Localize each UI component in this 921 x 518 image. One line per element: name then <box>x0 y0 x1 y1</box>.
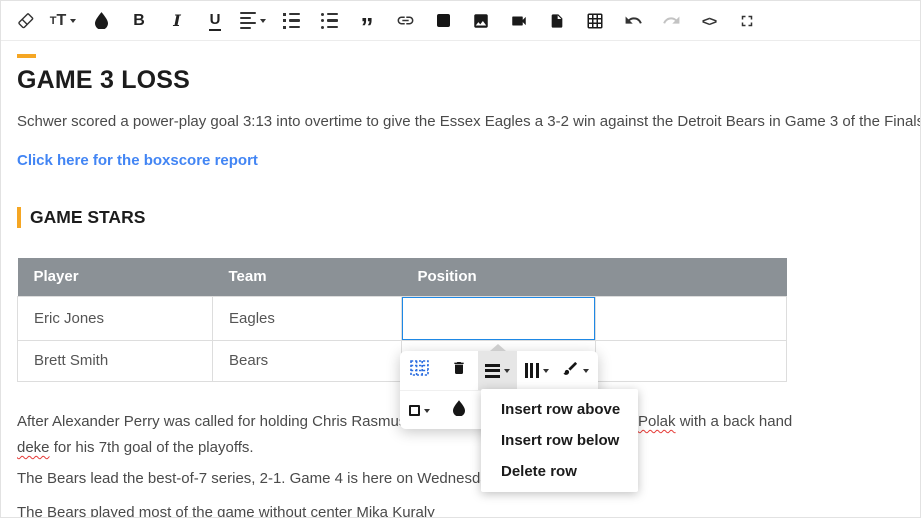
remove-table-button[interactable] <box>439 351 478 390</box>
bold-icon: B <box>133 12 145 30</box>
paragraph-text: After Alexander Perry was called for hol… <box>17 413 431 430</box>
bold-button[interactable]: B <box>120 2 158 40</box>
chevron-down-icon <box>70 19 76 23</box>
menu-item-insert-row-below[interactable]: Insert row below <box>481 425 638 456</box>
text-color-button[interactable] <box>82 2 120 40</box>
eraser-icon <box>16 11 35 30</box>
redo-button[interactable] <box>652 2 690 40</box>
quote-icon: ” <box>361 22 374 32</box>
chevron-down-icon <box>424 409 430 413</box>
dashed-table-icon <box>410 360 429 381</box>
insert-image-button[interactable] <box>462 2 500 40</box>
cell-options-button[interactable] <box>400 391 439 430</box>
redo-icon <box>662 11 681 30</box>
insert-link-button[interactable] <box>386 2 424 40</box>
table-header-row: Player Team Position <box>18 258 787 296</box>
insert-square-button[interactable] <box>424 2 462 40</box>
row-options-button[interactable] <box>478 351 517 390</box>
article-title-block: GAME 3 LOSS <box>17 54 190 95</box>
underline-icon: U <box>209 11 222 31</box>
code-icon: <> <box>702 13 716 29</box>
table-style-button[interactable] <box>556 351 595 390</box>
insert-video-button[interactable] <box>500 2 538 40</box>
paragraph-text: for his 7th goal of the playoffs. <box>50 439 254 456</box>
quote-button[interactable]: ” <box>348 2 386 40</box>
insert-table-button[interactable] <box>576 2 614 40</box>
table-grid-icon <box>586 12 604 30</box>
file-icon <box>549 13 565 29</box>
cell-position-1-selected[interactable] <box>402 296 596 340</box>
paragraph-text: The Bears played most of the game withou… <box>17 504 356 518</box>
editor-toolbar: TT B I U <box>1 1 920 41</box>
columns-icon <box>525 363 539 378</box>
fullscreen-button[interactable] <box>728 2 766 40</box>
table-header-toggle-button[interactable] <box>400 351 439 390</box>
font-size-button[interactable]: TT <box>44 2 82 40</box>
menu-item-insert-row-above[interactable]: Insert row above <box>481 394 638 425</box>
cell-player-1[interactable]: Eric Jones <box>18 296 213 340</box>
cell-team-2[interactable]: Bears <box>213 340 402 381</box>
italic-button[interactable]: I <box>158 2 196 40</box>
table-row: Eric Jones Eagles <box>18 296 787 340</box>
page-title: GAME 3 LOSS <box>17 66 190 95</box>
cell-team-1[interactable]: Eagles <box>213 296 402 340</box>
column-header-empty[interactable] <box>596 258 787 296</box>
misspelled-word: deke <box>17 439 50 456</box>
video-camera-icon <box>510 12 528 30</box>
code-view-button[interactable]: <> <box>690 2 728 40</box>
menu-item-delete-row[interactable]: Delete row <box>481 456 638 487</box>
filled-square-icon <box>437 14 450 27</box>
align-button[interactable] <box>234 2 272 40</box>
font-size-icon: T <box>50 15 57 27</box>
chevron-down-icon <box>543 369 549 373</box>
boxscore-link[interactable]: Click here for the boxscore report <box>17 152 258 169</box>
fullscreen-icon <box>738 12 756 30</box>
cell-extra-2[interactable] <box>596 340 787 381</box>
section-heading: GAME STARS <box>30 207 145 228</box>
row-options-menu: Insert row above Insert row below Delete… <box>481 389 638 492</box>
clear-formatting-button[interactable] <box>6 2 44 40</box>
lead-paragraph: Schwer scored a power-play goal 3:13 int… <box>17 113 921 130</box>
droplet-icon <box>95 12 108 29</box>
column-header-player[interactable]: Player <box>18 258 213 296</box>
last-paragraph: The Bears played most of the game withou… <box>17 504 435 518</box>
ordered-list-button[interactable] <box>272 2 310 40</box>
misspelled-word: Polak <box>638 413 676 430</box>
paragraph-text: with a back hand <box>676 413 793 430</box>
unordered-list-button[interactable] <box>310 2 348 40</box>
chevron-down-icon <box>260 19 266 23</box>
rows-icon <box>485 364 500 378</box>
link-icon <box>396 11 415 30</box>
trash-icon <box>451 360 467 381</box>
popup-arrow <box>490 344 506 351</box>
column-header-position[interactable]: Position <box>402 258 596 296</box>
align-left-icon <box>240 12 256 30</box>
editor-window: TT B I U <box>0 0 921 518</box>
accent-bar <box>17 54 36 58</box>
column-header-team[interactable]: Team <box>213 258 402 296</box>
unordered-list-icon <box>321 13 338 29</box>
italic-icon: I <box>173 11 180 30</box>
image-icon <box>472 12 490 30</box>
chevron-down-icon <box>504 369 510 373</box>
paintbrush-icon <box>562 360 579 382</box>
cell-icon <box>409 405 420 416</box>
series-paragraph: The Bears lead the best-of-7 series, 2-1… <box>17 470 499 487</box>
cell-player-2[interactable]: Brett Smith <box>18 340 213 381</box>
cell-extra-1[interactable] <box>596 296 787 340</box>
section-heading-block: GAME STARS <box>17 207 145 228</box>
droplet-icon <box>453 400 465 421</box>
ordered-list-icon <box>283 13 300 29</box>
accent-bar <box>17 207 21 228</box>
column-options-button[interactable] <box>517 351 556 390</box>
cell-background-button[interactable] <box>439 391 478 430</box>
insert-file-button[interactable] <box>538 2 576 40</box>
chevron-down-icon <box>583 369 589 373</box>
underline-button[interactable]: U <box>196 2 234 40</box>
misspelled-word: Mika Kuraly <box>356 504 434 518</box>
undo-icon <box>624 11 643 30</box>
undo-button[interactable] <box>614 2 652 40</box>
